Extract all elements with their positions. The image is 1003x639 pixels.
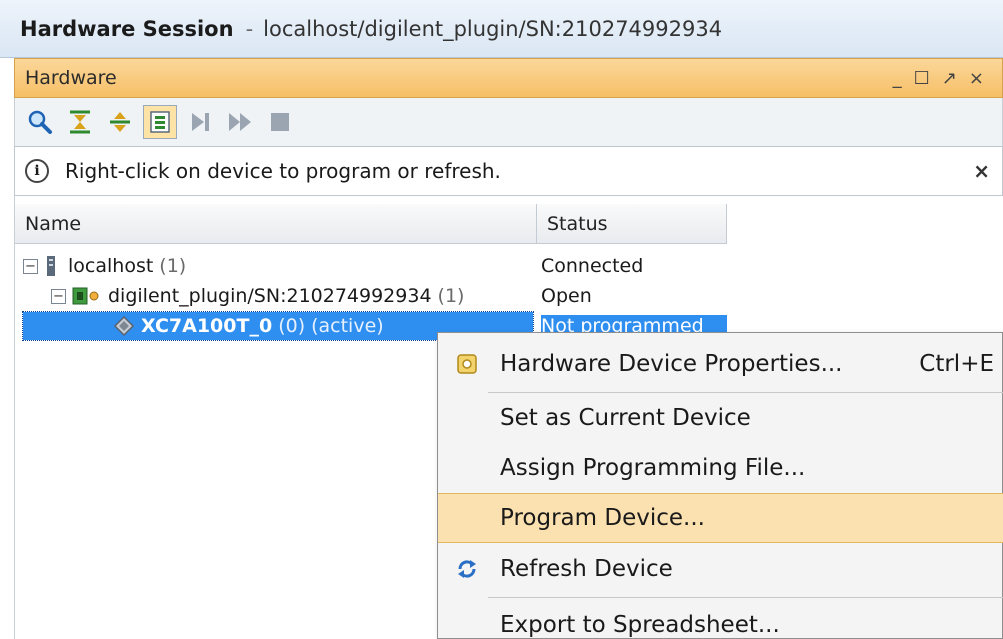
menu-item-refresh-device[interactable]: Refresh Device xyxy=(438,544,1003,594)
column-header-status[interactable]: Status xyxy=(537,204,727,244)
session-title: Hardware Session xyxy=(20,16,234,41)
menu-item-label: Refresh Device xyxy=(500,556,673,582)
menu-item-label: Export to Spreadsheet... xyxy=(500,612,780,638)
collapse-toggle-icon[interactable]: − xyxy=(23,258,38,274)
menu-item-set-as-current-device[interactable]: Set as Current Device xyxy=(438,393,1003,443)
tree-row-count: (1) xyxy=(159,255,187,277)
menu-item-label: Assign Programming File... xyxy=(500,455,806,481)
maximize-icon[interactable]: ☐ xyxy=(914,68,930,89)
stop-trigger-button[interactable] xyxy=(263,105,297,139)
column-header-name[interactable]: Name xyxy=(15,204,537,244)
tree-row-status: Open xyxy=(541,285,592,307)
tree-header: Name Status xyxy=(15,204,727,244)
expand-all-icon xyxy=(110,112,130,132)
float-icon[interactable]: ↗ xyxy=(942,68,957,89)
refresh-icon xyxy=(458,560,476,578)
info-icon: i xyxy=(25,159,49,183)
tree-row-name: − digilent_plugin/SN:210274992934 (1) xyxy=(51,285,464,307)
menu-item-label: Hardware Device Properties... xyxy=(500,351,843,377)
menu-item-program-device[interactable]: Program Device... xyxy=(438,493,1003,543)
window-buttons: _ ☐ ↗ × xyxy=(893,68,1002,89)
tree-row-active-flag: (active) xyxy=(311,315,384,337)
info-message: Right-click on device to program or refr… xyxy=(65,159,501,183)
auto-connect-icon xyxy=(150,111,170,133)
search-button[interactable] xyxy=(23,105,57,139)
properties-icon xyxy=(457,354,477,374)
close-panel-icon[interactable]: × xyxy=(969,68,984,89)
close-info-icon[interactable]: × xyxy=(973,159,990,183)
tree-row-localhost[interactable]: − localhost (1) Connected xyxy=(15,251,727,281)
menu-item-assign-programming-file[interactable]: Assign Programming File... xyxy=(438,443,1003,493)
panel-title: Hardware xyxy=(25,67,117,89)
tree-row-status: Connected xyxy=(541,255,644,277)
server-icon xyxy=(47,256,55,276)
tree-row-label: localhost xyxy=(68,255,154,277)
tree-row-name: − localhost (1) xyxy=(23,255,186,277)
run-trigger-icon xyxy=(192,113,209,131)
collapse-all-icon xyxy=(70,110,90,134)
tree-row-digilent-plugin[interactable]: − digilent_plugin/SN:210274992934 (1) Op… xyxy=(15,281,727,311)
tree-row-label: digilent_plugin/SN:210274992934 xyxy=(108,285,432,307)
info-bar: i Right-click on device to program or re… xyxy=(14,146,1003,196)
tree-row-count: (1) xyxy=(437,285,465,307)
run-trigger-immediate-button[interactable] xyxy=(223,105,257,139)
menu-item-label: Set as Current Device xyxy=(500,405,751,431)
menu-item-hardware-device-properties[interactable]: Hardware Device Properties... Ctrl+E xyxy=(438,339,1003,389)
expand-all-button[interactable] xyxy=(103,105,137,139)
tree-row-count: (0) xyxy=(278,315,306,337)
collapse-toggle-icon[interactable]: − xyxy=(51,288,66,304)
tree-row-label: XC7A100T_0 xyxy=(141,315,273,337)
search-icon xyxy=(28,110,52,134)
device-context-menu: Hardware Device Properties... Ctrl+E Set… xyxy=(437,332,1003,639)
minimize-icon[interactable]: _ xyxy=(893,68,902,89)
run-trigger-button[interactable] xyxy=(183,105,217,139)
run-trigger-immediate-icon xyxy=(229,113,251,131)
stop-trigger-icon xyxy=(271,113,289,131)
hardware-session-title-bar: Hardware Session - localhost/digilent_pl… xyxy=(0,0,1003,58)
fpga-chip-icon xyxy=(113,315,135,337)
target-board-icon xyxy=(72,287,99,305)
session-title-separator: - xyxy=(245,16,254,41)
hardware-panel-header: Hardware _ ☐ ↗ × xyxy=(14,58,1003,98)
menu-item-shortcut: Ctrl+E xyxy=(919,351,994,377)
menu-separator xyxy=(488,597,1003,598)
session-path: localhost/digilent_plugin/SN:21027499293… xyxy=(263,16,723,41)
auto-connect-button[interactable] xyxy=(143,105,177,139)
hardware-toolbar xyxy=(14,98,1003,146)
collapse-all-button[interactable] xyxy=(63,105,97,139)
menu-item-export-to-spreadsheet[interactable]: Export to Spreadsheet... xyxy=(438,600,1003,639)
menu-item-label: Program Device... xyxy=(500,505,705,531)
